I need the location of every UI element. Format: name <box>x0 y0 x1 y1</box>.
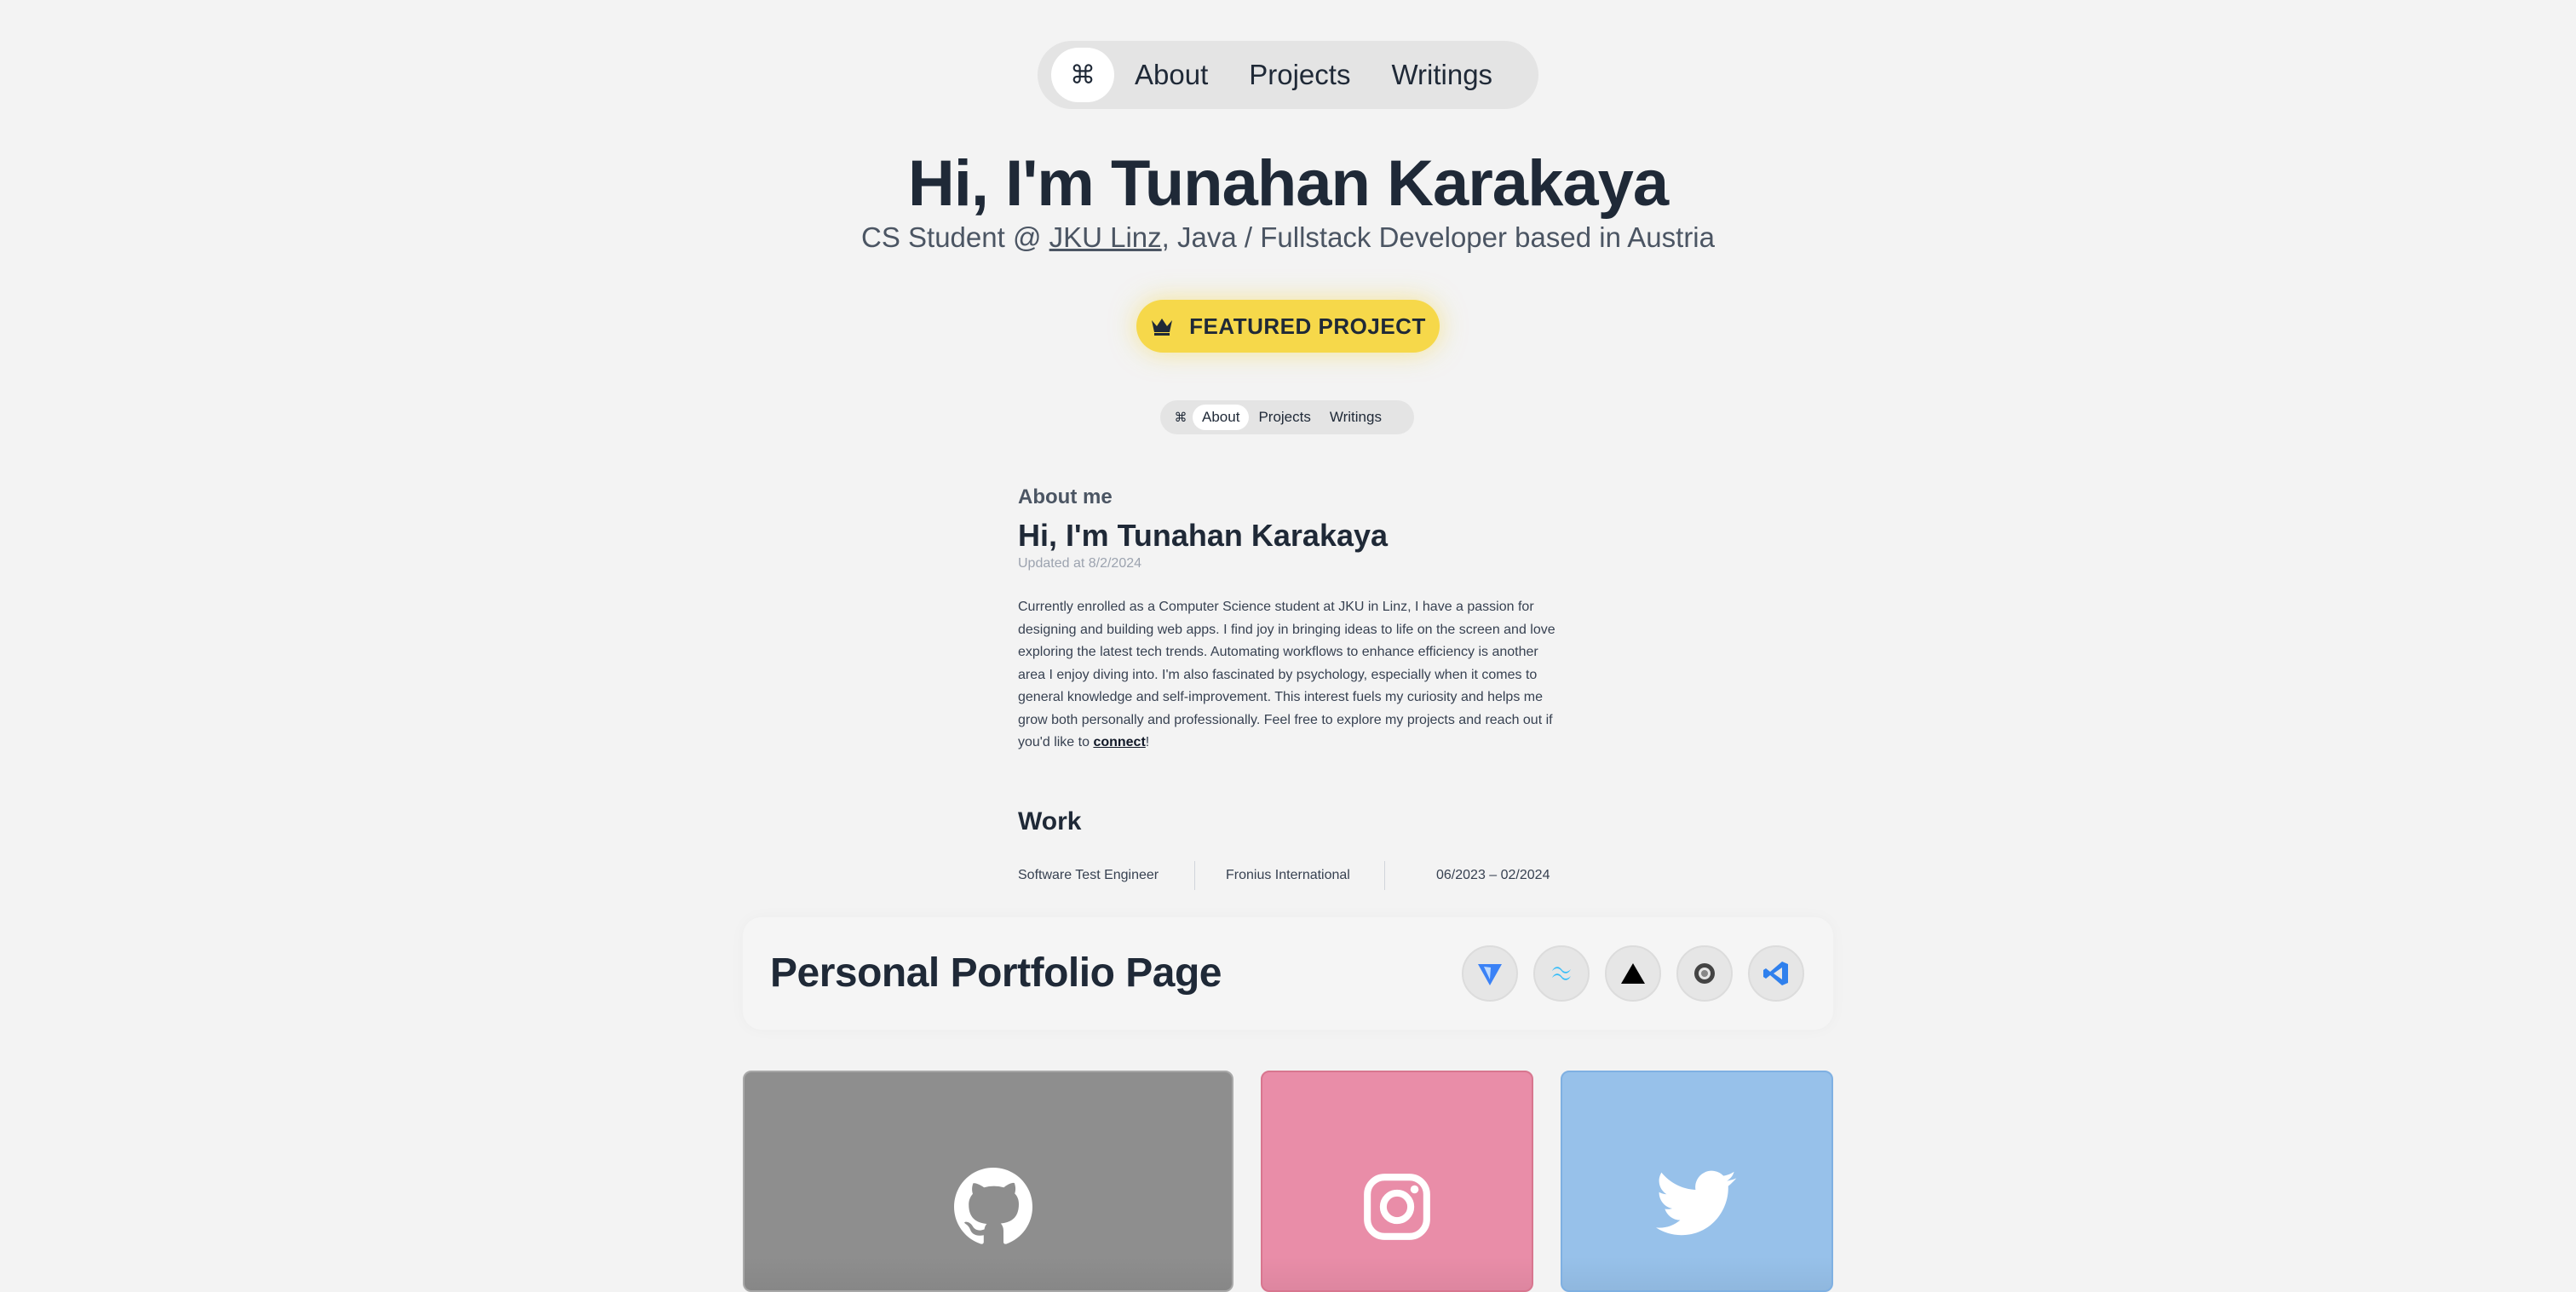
nav-item-projects[interactable]: Projects <box>1228 59 1371 91</box>
command-menu-button[interactable]: ⌘ <box>1051 48 1114 102</box>
about-label: About me <box>1018 485 1113 508</box>
subtitle-prefix: CS Student @ <box>861 221 1049 253</box>
work-period: 06/2023 – 02/2024 <box>1436 868 1550 882</box>
nav-item-about[interactable]: About <box>1114 59 1228 91</box>
twitter-card[interactable] <box>1561 1071 1833 1292</box>
preview-nav-item-projects: Projects <box>1258 409 1311 425</box>
preview-command-button: ⌘ <box>1174 411 1187 425</box>
github-icon <box>954 1168 1033 1244</box>
project-bar[interactable]: Personal Portfolio Page <box>743 917 1833 1030</box>
instagram-card[interactable] <box>1261 1071 1533 1292</box>
hero-subtitle: CS Student @ JKU Linz, Java / Fullstack … <box>0 221 2576 254</box>
project-title: Personal Portfolio Page <box>770 950 1222 996</box>
github-card[interactable] <box>743 1071 1233 1292</box>
framer-motion-icon <box>1676 945 1733 1002</box>
work-role: Software Test Engineer <box>1018 868 1159 882</box>
preview-nav-item-writings: Writings <box>1329 409 1382 425</box>
subtitle-suffix: , Java / Fullstack Developer based in Au… <box>1161 221 1715 253</box>
crown-icon <box>1152 319 1173 336</box>
about-body-text: Currently enrolled as a Computer Science… <box>1018 600 1555 749</box>
top-nav: ⌘ About Projects Writings <box>1038 41 1538 109</box>
twitter-icon <box>1656 1170 1737 1236</box>
vite-icon <box>1462 945 1518 1002</box>
featured-label: FEATURED PROJECT <box>1189 313 1426 339</box>
vercel-icon <box>1605 945 1661 1002</box>
preview-nav-item-about: About <box>1193 405 1250 430</box>
about-updated: Updated at 8/2/2024 <box>1018 556 1142 571</box>
vscode-icon <box>1748 945 1804 1002</box>
hero-title: Hi, I'm Tunahan Karakaya <box>907 147 1669 220</box>
connect-link: connect <box>1093 735 1146 749</box>
about-body: Currently enrolled as a Computer Science… <box>1018 596 1563 755</box>
nav-item-writings[interactable]: Writings <box>1371 59 1513 91</box>
jku-linz-link[interactable]: JKU Linz <box>1049 221 1162 253</box>
instagram-icon <box>1364 1174 1430 1240</box>
about-body-end: ! <box>1145 735 1150 749</box>
tailwind-icon <box>1533 945 1590 1002</box>
preview-nav: ⌘ About Projects Writings <box>1160 400 1414 434</box>
work-row: Software Test Engineer Fronius Internati… <box>1018 860 1563 891</box>
about-title: Hi, I'm Tunahan Karakaya <box>1018 518 1389 553</box>
work-title: Work <box>1018 807 1082 835</box>
featured-project-button[interactable]: FEATURED PROJECT <box>1136 300 1440 353</box>
work-company: Fronius International <box>1226 868 1350 882</box>
